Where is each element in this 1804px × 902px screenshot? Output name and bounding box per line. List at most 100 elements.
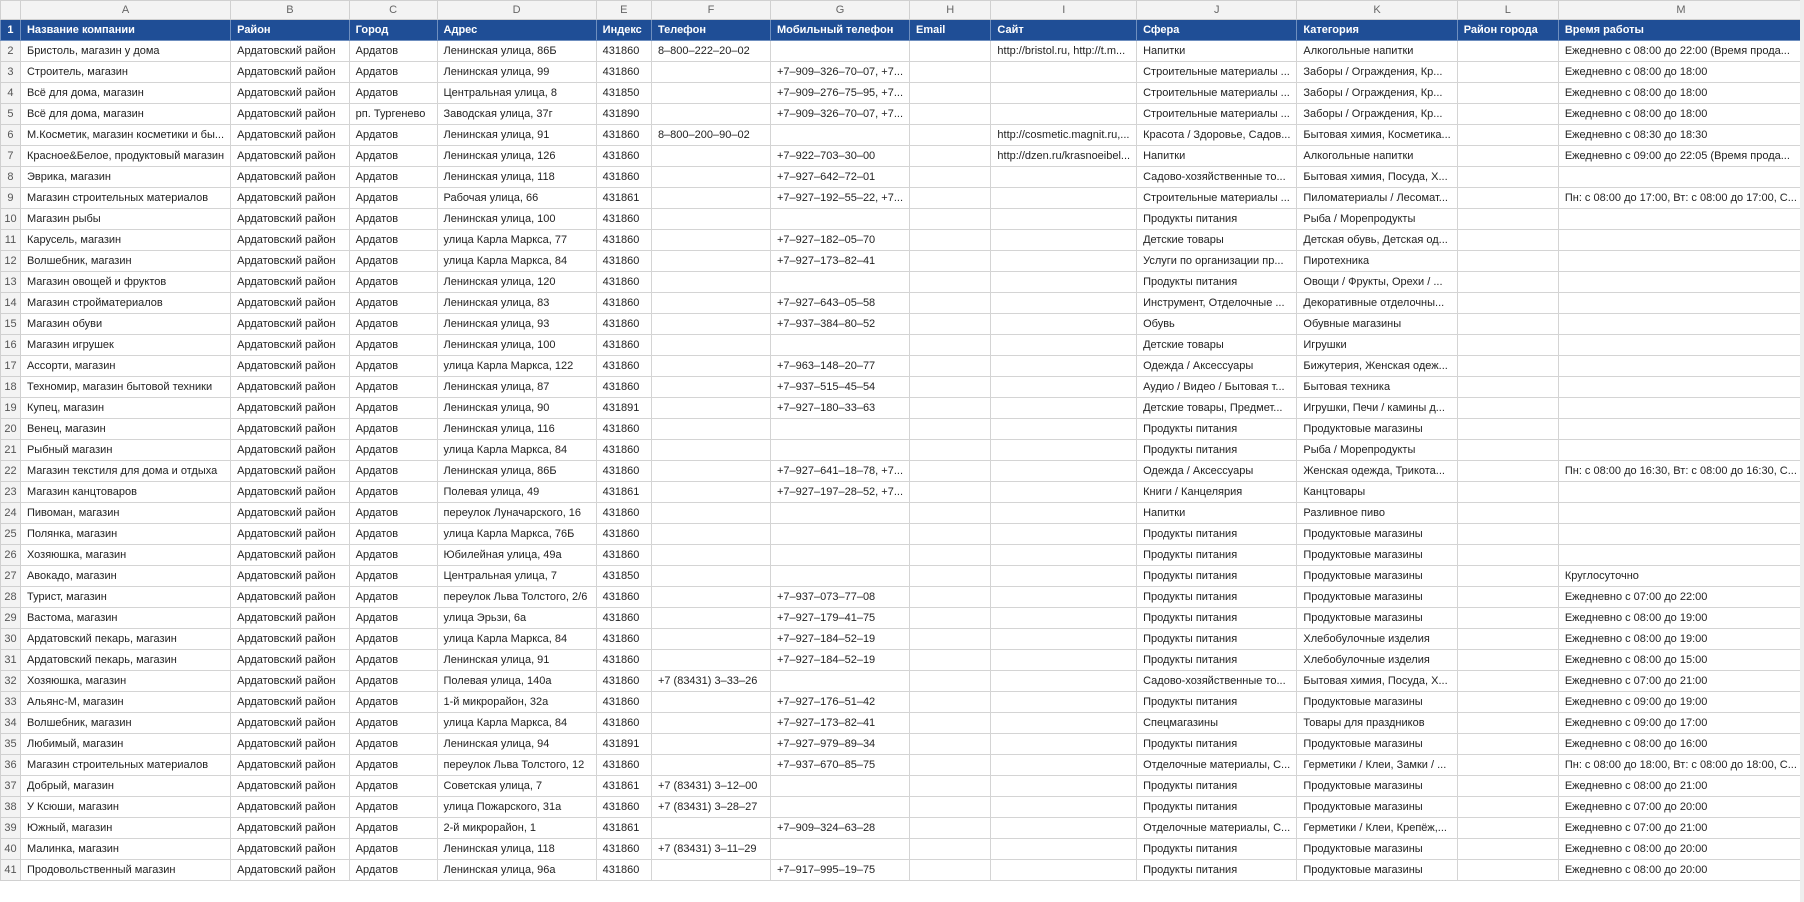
table-cell[interactable] — [1456, 334, 1559, 356]
table-cell[interactable]: Герметики / Клеи, Крепёж,... — [1296, 817, 1458, 839]
table-cell[interactable]: Хозяюшка, магазин — [19, 670, 232, 692]
table-cell[interactable]: +7–927–979–89–34 — [769, 733, 911, 755]
table-cell[interactable] — [1456, 775, 1559, 797]
table-cell[interactable] — [650, 733, 771, 755]
table-cell[interactable]: +7–937–073–77–08 — [769, 586, 911, 608]
table-cell[interactable]: 431850 — [595, 82, 652, 104]
table-cell[interactable] — [1456, 145, 1559, 167]
table-cell[interactable]: 431860 — [595, 145, 652, 167]
row-number[interactable]: 23 — [0, 481, 21, 503]
table-cell[interactable]: 431860 — [595, 649, 652, 671]
table-cell[interactable]: Ежедневно с 08:30 до 18:30 — [1557, 124, 1804, 146]
table-cell[interactable]: Хлебобулочные изделия — [1296, 628, 1458, 650]
table-cell[interactable] — [990, 817, 1138, 839]
table-cell[interactable] — [650, 586, 771, 608]
table-cell[interactable] — [1456, 460, 1559, 482]
table-cell[interactable]: Волшебник, магазин — [19, 250, 232, 272]
table-cell[interactable]: +7–909–326–70–07, +7... — [769, 103, 911, 125]
table-cell[interactable]: 431861 — [595, 481, 652, 503]
table-cell[interactable]: Ленинская улица, 116 — [436, 418, 597, 440]
table-cell[interactable]: 431860 — [595, 376, 652, 398]
table-cell[interactable]: М.Косметик, магазин косметики и бы... — [19, 124, 232, 146]
table-cell[interactable]: Ардатов — [348, 61, 438, 83]
table-cell[interactable]: Ежедневно с 08:00 до 16:00 — [1557, 733, 1804, 755]
table-cell[interactable]: Ардатов — [348, 712, 438, 734]
table-cell[interactable] — [1456, 229, 1559, 251]
row-number[interactable]: 35 — [0, 733, 21, 755]
table-cell[interactable] — [990, 271, 1138, 293]
table-cell[interactable]: Магазин строительных материалов — [19, 754, 232, 776]
table-cell[interactable]: Ассорти, магазин — [19, 355, 232, 377]
table-cell[interactable] — [1456, 124, 1559, 146]
table-cell[interactable]: Продукты питания — [1136, 649, 1298, 671]
table-cell[interactable] — [908, 124, 992, 146]
table-cell[interactable]: улица Пожарского, 31а — [436, 796, 597, 818]
table-cell[interactable]: +7–922–703–30–00 — [769, 145, 911, 167]
table-cell[interactable] — [769, 124, 911, 146]
table-cell[interactable]: Продуктовые магазины — [1296, 565, 1458, 587]
table-cell[interactable]: +7 (83431) 3–33–26 — [650, 670, 771, 692]
table-cell[interactable]: Юбилейная улица, 49а — [436, 544, 597, 566]
row-number[interactable]: 28 — [0, 586, 21, 608]
table-cell[interactable] — [908, 208, 992, 230]
table-cell[interactable]: Отделочные материалы, С... — [1136, 817, 1298, 839]
table-cell[interactable] — [990, 649, 1138, 671]
row-number[interactable]: 20 — [0, 418, 21, 440]
table-cell[interactable]: Продуктовые магазины — [1296, 691, 1458, 713]
table-cell[interactable]: Продукты питания — [1136, 271, 1298, 293]
table-cell[interactable]: Пиломатериалы / Лесомат... — [1296, 187, 1458, 209]
table-cell[interactable] — [908, 481, 992, 503]
table-cell[interactable]: Хозяюшка, магазин — [19, 544, 232, 566]
table-cell[interactable] — [769, 40, 911, 62]
table-cell[interactable]: 431860 — [595, 838, 652, 860]
table-cell[interactable] — [1557, 502, 1804, 524]
row-number[interactable]: 25 — [0, 523, 21, 545]
table-cell[interactable]: Всё для дома, магазин — [19, 103, 232, 125]
table-cell[interactable] — [769, 796, 911, 818]
table-cell[interactable]: 431860 — [595, 439, 652, 461]
table-cell[interactable]: Спецмагазины — [1136, 712, 1298, 734]
table-cell[interactable]: Ардатов — [348, 733, 438, 755]
table-cell[interactable]: переулок Льва Толстого, 12 — [436, 754, 597, 776]
table-cell[interactable]: Ардатовский район — [230, 145, 350, 167]
header-cell[interactable]: Email — [908, 19, 992, 41]
table-cell[interactable] — [650, 271, 771, 293]
table-cell[interactable]: Продукты питания — [1136, 775, 1298, 797]
table-cell[interactable]: +7–927–179–41–75 — [769, 607, 911, 629]
table-cell[interactable]: Ежедневно с 07:00 до 21:00 — [1557, 670, 1804, 692]
table-cell[interactable]: Строительные материалы ... — [1136, 187, 1298, 209]
vertical-scrollbar[interactable] — [1800, 0, 1804, 902]
table-cell[interactable]: +7 (83431) 3–28–27 — [650, 796, 771, 818]
table-cell[interactable]: Магазин игрушек — [19, 334, 232, 356]
row-number[interactable]: 5 — [0, 103, 21, 125]
table-cell[interactable]: Ленинская улица, 100 — [436, 334, 597, 356]
table-cell[interactable]: Ардатов — [348, 208, 438, 230]
table-cell[interactable]: Ежедневно с 09:00 до 22:05 (Время прода.… — [1557, 145, 1804, 167]
table-cell[interactable]: 431891 — [595, 733, 652, 755]
row-number[interactable]: 16 — [0, 334, 21, 356]
table-cell[interactable]: Магазин строительных материалов — [19, 187, 232, 209]
table-cell[interactable] — [990, 166, 1138, 188]
table-cell[interactable]: Магазин рыбы — [19, 208, 232, 230]
table-cell[interactable]: Ардатов — [348, 460, 438, 482]
table-cell[interactable] — [990, 607, 1138, 629]
table-cell[interactable]: Заборы / Ограждения, Кр... — [1296, 61, 1458, 83]
table-cell[interactable]: 431860 — [595, 544, 652, 566]
table-cell[interactable]: 431860 — [595, 166, 652, 188]
table-cell[interactable] — [990, 313, 1138, 335]
table-cell[interactable] — [908, 586, 992, 608]
table-cell[interactable]: Ардатовский район — [230, 460, 350, 482]
table-cell[interactable] — [1456, 838, 1559, 860]
table-cell[interactable]: +7 (83431) 3–11–29 — [650, 838, 771, 860]
table-cell[interactable]: Пн: с 08:00 до 17:00, Вт: с 08:00 до 17:… — [1557, 187, 1804, 209]
table-cell[interactable]: Купец, магазин — [19, 397, 232, 419]
table-cell[interactable]: Ардатовский район — [230, 439, 350, 461]
column-header-j[interactable]: J — [1136, 0, 1298, 20]
table-cell[interactable] — [990, 859, 1138, 881]
table-cell[interactable] — [1557, 208, 1804, 230]
table-cell[interactable]: 431860 — [595, 586, 652, 608]
table-cell[interactable]: У Ксюши, магазин — [19, 796, 232, 818]
table-cell[interactable] — [1456, 649, 1559, 671]
table-cell[interactable]: Авокадо, магазин — [19, 565, 232, 587]
table-cell[interactable]: Ардатовский район — [230, 544, 350, 566]
